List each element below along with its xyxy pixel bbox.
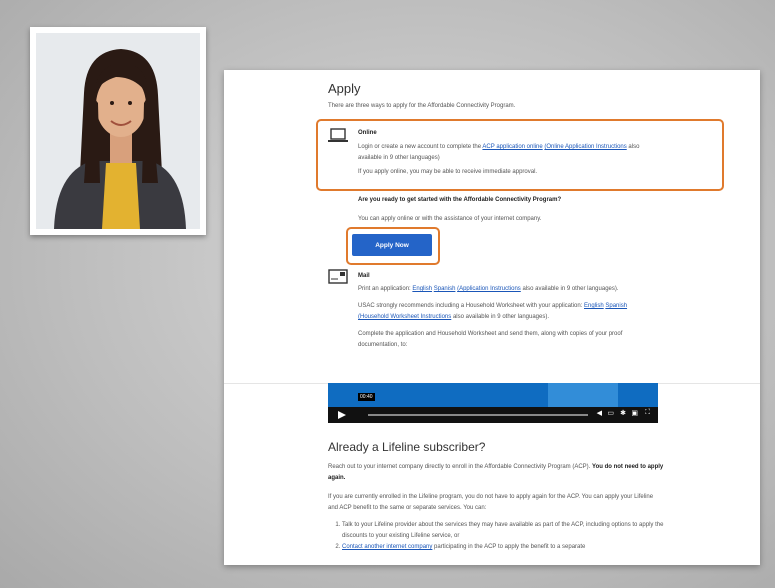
lifeline-intro: Reach out to your internet company direc… — [328, 464, 664, 481]
online-instructions-link[interactable]: (Online Application Instructions — [544, 144, 626, 150]
acp-application-online-link[interactable]: ACP application online — [482, 144, 542, 150]
video-player[interactable]: 00:40 ◀ ▭ ✱ ▣ ⛶ — [328, 383, 658, 423]
pip-icon[interactable]: ▣ — [631, 409, 638, 417]
mail-heading: Mail — [358, 273, 370, 279]
settings-icon[interactable]: ✱ — [620, 409, 626, 417]
play-icon[interactable] — [338, 411, 346, 419]
video-controls: ◀ ▭ ✱ ▣ ⛶ — [328, 407, 658, 423]
lifeline-details: If you are currently enrolled in the Lif… — [328, 494, 654, 511]
ready-heading: Are you ready to get started with the Af… — [358, 197, 562, 203]
intro-text: There are three ways to apply for the Af… — [328, 103, 516, 109]
page-title: Apply — [328, 81, 361, 96]
acp-web-page: Apply There are three ways to apply for … — [224, 70, 760, 565]
ready-text: You can apply online or with the assista… — [358, 216, 542, 222]
list-item: Contact another internet company partici… — [342, 542, 664, 553]
list-item: Talk to your Lifeline provider about the… — [342, 520, 664, 542]
application-instructions-link[interactable]: (Application Instructions — [457, 286, 521, 292]
online-approval-note: If you apply online, you may be able to … — [358, 169, 538, 175]
video-progress-bar[interactable] — [368, 414, 588, 416]
online-description: Login or create a new account to complet… — [358, 144, 640, 161]
worksheet-instructions-link[interactable]: (Household Worksheet Instructions — [358, 314, 451, 320]
fullscreen-icon[interactable]: ⛶ — [645, 409, 650, 417]
presenter-image — [36, 33, 200, 229]
laptop-icon — [328, 128, 348, 142]
volume-icon[interactable]: ◀ — [597, 409, 602, 417]
lifeline-options-list: Talk to your Lifeline provider about the… — [328, 520, 664, 553]
online-heading: Online — [358, 130, 377, 136]
video-time: 00:40 — [358, 393, 375, 401]
mail-worksheet-text: USAC strongly recommends including a Hou… — [358, 303, 628, 320]
spanish-worksheet-link[interactable]: Spanish — [605, 303, 627, 309]
presenter-video — [30, 27, 206, 235]
english-worksheet-link[interactable]: English — [584, 303, 604, 309]
mail-print-text: Print an application: English Spanish (A… — [358, 286, 619, 292]
spanish-application-link[interactable]: Spanish — [434, 286, 456, 292]
apply-now-button[interactable]: Apply Now — [352, 234, 432, 256]
mail-icon — [328, 269, 348, 284]
captions-icon[interactable]: ▭ — [607, 409, 614, 417]
english-application-link[interactable]: English — [412, 286, 432, 292]
lifeline-title: Already a Lifeline subscriber? — [328, 440, 486, 454]
mail-send-text: Complete the application and Household W… — [358, 331, 623, 348]
contact-company-link[interactable]: Contact another internet company — [342, 544, 432, 550]
